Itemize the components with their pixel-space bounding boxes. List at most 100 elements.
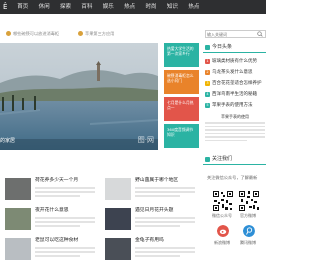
- breadcrumb-item[interactable]: 苹果第三方应用: [85, 30, 114, 37]
- qr-label: 微信公众号: [212, 213, 232, 218]
- text-line: [135, 247, 195, 249]
- hot-article-summary[interactable]: 苹果手表的使用: [205, 114, 265, 154]
- search-box: [205, 30, 266, 38]
- article-thumbnail: [105, 238, 131, 260]
- text-line: [35, 221, 95, 223]
- nav-item-fashion[interactable]: 时尚: [140, 0, 161, 14]
- text-line: [205, 125, 265, 127]
- article-thumbnail: [5, 208, 31, 230]
- text-line: [135, 217, 195, 219]
- text-line: [35, 187, 95, 189]
- text-line: [35, 225, 80, 227]
- social-label: 腾讯微博: [240, 240, 256, 245]
- text-line: [205, 132, 265, 134]
- qr-code-icon: [238, 190, 260, 212]
- breadcrumb-item[interactable]: 哪些碗筷可以放进消毒柜: [13, 30, 59, 37]
- rank-badge: 5: [205, 103, 210, 108]
- article-card[interactable]: 荷花养多少天一个月: [5, 176, 99, 202]
- bullet-icon: [6, 31, 11, 36]
- hero-landscape-image: [0, 43, 158, 150]
- list-item[interactable]: 5 苹果手表的使用方法: [203, 100, 266, 111]
- main-nav: 首页 休闲 探索 百科 娱乐 热点 时尚 知识 热点: [12, 0, 205, 14]
- article-thumbnail: [5, 238, 31, 260]
- article-card[interactable]: 野山菌属于哪个地区: [105, 176, 199, 202]
- text-line: [35, 247, 95, 249]
- nav-item-entertainment[interactable]: 娱乐: [98, 0, 119, 14]
- hot-list: 1 玻璃类材质有什么优势 2 乌龙茶头发什么意思 3 百合花花茎适合怎样养护 4…: [203, 56, 266, 111]
- article-title[interactable]: 野山菌属于哪个地区: [135, 178, 178, 184]
- article-card[interactable]: 遇见日月花开头题: [105, 206, 199, 232]
- text-line: [135, 225, 180, 227]
- featured-tile[interactable]: 七月是什么月热点一: [164, 97, 199, 121]
- rank-badge: 1: [205, 59, 210, 64]
- text-line: [35, 195, 80, 197]
- article-title[interactable]: 金龟子有用吗: [135, 238, 164, 244]
- heart-icon: [205, 157, 210, 162]
- text-line: [35, 251, 95, 253]
- rank-badge: 3: [205, 81, 210, 86]
- weibo-icon[interactable]: [217, 225, 229, 237]
- hot-item-title: 西洋鸟南半生活的秘籍: [212, 92, 257, 97]
- text-line: [135, 187, 195, 189]
- featured-tile[interactable]: 360度音频调节知识: [164, 124, 199, 148]
- text-line: [35, 191, 95, 193]
- article-thumbnail: [105, 208, 131, 230]
- list-item[interactable]: 4 西洋鸟南半生活的秘籍: [203, 89, 266, 100]
- article-title[interactable]: 夜开花什么意思: [35, 208, 69, 214]
- summary-title: 苹果手表的使用: [221, 114, 249, 119]
- text-line: [35, 255, 80, 257]
- article-title[interactable]: 遇见日月花开头题: [135, 208, 173, 214]
- featured-tile[interactable]: 热爱大学生活的第一次家乡行: [164, 43, 199, 67]
- article-thumbnail: [5, 178, 31, 200]
- hot-item-title: 乌龙茶头发什么意思: [212, 70, 253, 75]
- top-nav-bar: Ê 首页 休闲 探索 百科 娱乐 热点 时尚 知识 热点: [0, 0, 266, 14]
- hot-item-title: 百合花花茎适合怎样养护: [212, 81, 262, 86]
- watermark-logo: 图·网: [137, 136, 154, 144]
- hot-panel-header: 今日头条: [203, 43, 266, 53]
- site-logo[interactable]: Ê: [3, 3, 9, 11]
- featured-tiles: 热爱大学生活的第一次家乡行 碗筷消毒柜怎么选小窍门 七月是什么月热点一 360度…: [164, 43, 199, 151]
- fire-icon: [205, 45, 210, 50]
- hot-item-title: 玻璃类材质有什么优势: [212, 59, 257, 64]
- text-line: [35, 217, 95, 219]
- featured-tile[interactable]: 碗筷消毒柜怎么选小窍门: [164, 70, 199, 94]
- text-line: [135, 191, 195, 193]
- nav-item-encyclopedia[interactable]: 百科: [76, 0, 97, 14]
- hot-panel-title: 今日头条: [212, 44, 233, 50]
- text-line: [135, 251, 195, 253]
- text-line: [135, 195, 180, 197]
- nav-item-home[interactable]: 首页: [12, 0, 33, 14]
- tencent-weibo-icon[interactable]: [243, 225, 255, 237]
- text-line: [205, 139, 247, 141]
- bullet-icon: [78, 31, 83, 36]
- follow-panel-title: 关注我们: [212, 156, 233, 162]
- article-card[interactable]: 夜开花什么意思: [5, 206, 99, 232]
- nav-item-hot[interactable]: 热点: [119, 0, 140, 14]
- text-line: [205, 122, 265, 124]
- list-item[interactable]: 2 乌龙茶头发什么意思: [203, 67, 266, 78]
- article-title[interactable]: 荷花养多少天一个月: [35, 178, 78, 184]
- hero-image[interactable]: 的家居 图·网: [0, 43, 158, 150]
- text-line: [135, 255, 180, 257]
- follow-panel-header: 关注我们: [203, 155, 266, 165]
- rank-badge: 4: [205, 92, 210, 97]
- hot-item-title: 苹果手表的使用方法: [212, 103, 253, 108]
- qr-code-icon: [212, 190, 234, 212]
- search-icon[interactable]: [256, 31, 264, 37]
- nav-item-explore[interactable]: 探索: [55, 0, 76, 14]
- article-card[interactable]: 金龟子有用吗: [105, 236, 199, 262]
- follow-description: 关注微信公众号，了解最新: [207, 175, 258, 180]
- nav-item-leisure[interactable]: 休闲: [33, 0, 54, 14]
- list-item[interactable]: 1 玻璃类材质有什么优势: [203, 56, 266, 67]
- text-line: [135, 221, 195, 223]
- text-line: [205, 129, 265, 131]
- article-title[interactable]: 老鼠可以吃这种食材: [35, 238, 78, 244]
- list-item[interactable]: 3 百合花花茎适合怎样养护: [203, 78, 266, 89]
- nav-item-hot-2[interactable]: 热点: [183, 0, 204, 14]
- nav-item-knowledge[interactable]: 知识: [162, 0, 183, 14]
- qr-label: 官方微博: [240, 213, 256, 218]
- article-thumbnail: [105, 178, 131, 200]
- rank-badge: 2: [205, 70, 210, 75]
- search-input[interactable]: [207, 31, 255, 37]
- article-card[interactable]: 老鼠可以吃这种食材: [5, 236, 99, 262]
